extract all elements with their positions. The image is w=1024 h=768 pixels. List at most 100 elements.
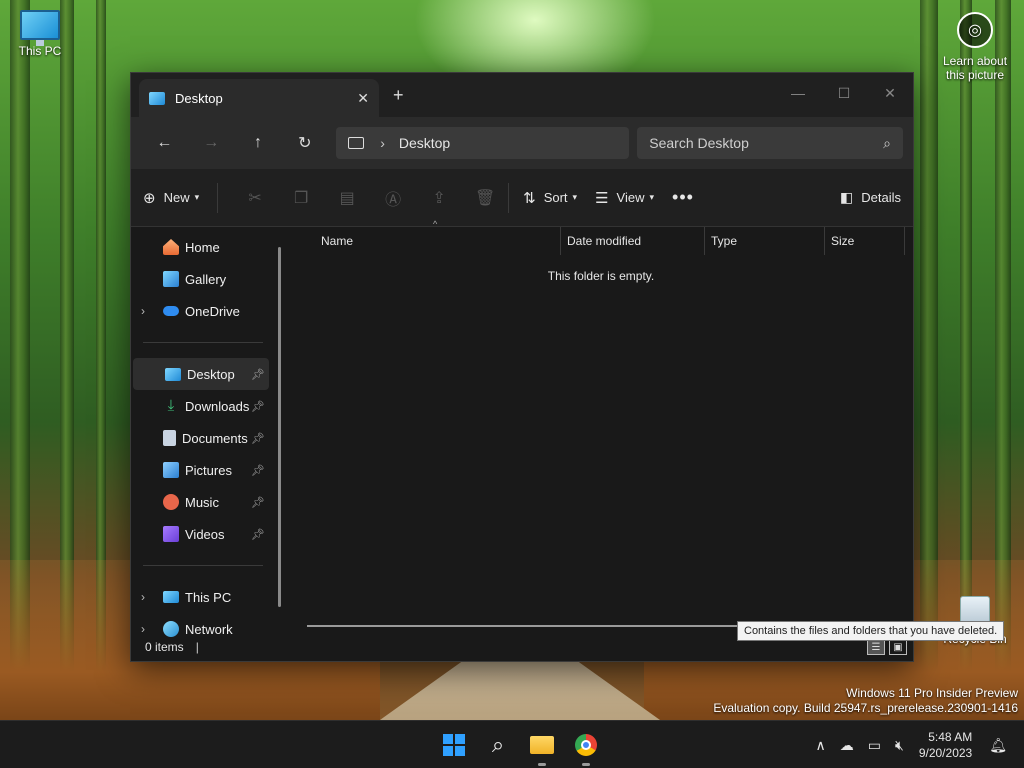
cut-button[interactable]: ✂ <box>232 188 278 208</box>
clock-time: 5:48 AM <box>928 730 973 744</box>
refresh-button[interactable]: ↻ <box>281 127 328 159</box>
column-type[interactable]: Type <box>705 227 825 255</box>
nav-item-pictures[interactable]: Pictures 📌︎ <box>131 454 289 486</box>
nav-label: OneDrive <box>185 303 240 319</box>
item-count: 0 items <box>145 640 184 654</box>
details-pane-icon: ◧ <box>840 189 854 205</box>
document-icon <box>163 430 176 446</box>
share-button[interactable]: ⇪ <box>416 188 462 208</box>
clock[interactable]: 5:48 AM 9/20/2023 <box>919 729 972 761</box>
desktop-icon-label: This PC <box>18 44 62 58</box>
new-button[interactable]: ⊕ New ▾ <box>143 189 199 207</box>
this-pc-icon <box>20 10 60 46</box>
pictures-icon <box>163 462 179 478</box>
sort-button[interactable]: ⇅ Sort ▾ <box>523 189 577 207</box>
nav-item-downloads[interactable]: ⤓ Downloads 📌︎ <box>131 390 289 422</box>
up-button[interactable]: ↑ <box>235 127 282 159</box>
nav-item-music[interactable]: Music 📌︎ <box>131 486 289 518</box>
chrome-icon <box>575 734 597 756</box>
explorer-body: Home Gallery › OneDrive Desktop 📌︎ ⤓ Dow… <box>131 219 913 637</box>
start-button[interactable] <box>432 729 476 761</box>
monitor-icon <box>348 137 365 149</box>
large-icons-view-button[interactable]: ▣ <box>889 639 907 655</box>
learn-picture-icon: ◎ <box>957 12 993 48</box>
view-button[interactable]: ☰ View ▾ <box>595 189 654 207</box>
nav-label: This PC <box>185 589 232 605</box>
address-input[interactable]: › Desktop <box>336 127 630 159</box>
navigation-pane: Home Gallery › OneDrive Desktop 📌︎ ⤓ Dow… <box>131 227 289 637</box>
desktop-icon-label: Learn about this picture <box>942 54 1008 82</box>
list-view-icon: ☰ <box>595 189 609 207</box>
running-indicator <box>538 763 546 766</box>
chevron-down-icon: ▾ <box>572 192 578 202</box>
nav-item-gallery[interactable]: Gallery <box>131 263 289 295</box>
file-explorer-window: Desktop ✕ + — ☐ ✕ ← → ↑ ↻ › Desktop Sear… <box>130 72 914 662</box>
desktop-folder-icon <box>149 91 165 105</box>
search-button[interactable]: ⌕ <box>476 729 520 761</box>
home-icon <box>163 239 179 255</box>
column-date-modified[interactable]: Date modified <box>561 227 705 255</box>
close-tab-icon[interactable]: ✕ <box>357 90 369 107</box>
pin-icon: 📌︎ <box>251 496 265 509</box>
chevron-right-icon: › <box>380 135 385 151</box>
status-separator: | <box>195 640 199 654</box>
details-view-button[interactable]: ☰ <box>867 639 885 655</box>
tab-desktop[interactable]: Desktop ✕ <box>139 79 379 117</box>
onedrive-status-icon[interactable]: ☁ <box>840 737 854 754</box>
clipboard-icon: ▤ <box>339 189 355 207</box>
close-window-button[interactable]: ✕ <box>867 79 913 107</box>
view-label: View <box>616 190 645 205</box>
nav-scrollbar[interactable] <box>278 247 281 607</box>
nav-item-onedrive[interactable]: › OneDrive <box>131 295 289 327</box>
system-tray: ∧ ☁ ▭ 🔇︎ 5:48 AM 9/20/2023 🔔︎ <box>809 721 1014 768</box>
column-name[interactable]: Name <box>289 227 561 255</box>
divider <box>143 342 263 343</box>
nav-item-documents[interactable]: Documents 📌︎ <box>131 422 289 454</box>
rename-button[interactable]: Ⓐ <box>370 186 416 210</box>
chevron-right-icon[interactable]: › <box>141 590 163 604</box>
build-watermark: Windows 11 Pro Insider Preview Evaluatio… <box>713 686 1018 716</box>
horizontal-scrollbar[interactable] <box>307 625 737 627</box>
search-icon: ⌕ <box>883 134 892 151</box>
nav-item-desktop[interactable]: Desktop 📌︎ <box>133 358 269 390</box>
copy-button[interactable]: ❐ <box>278 188 324 208</box>
new-tab-button[interactable]: + <box>393 85 404 106</box>
plus-circle-icon: ⊕ <box>143 189 156 207</box>
volume-muted-icon[interactable]: 🔇︎ <box>895 737 904 754</box>
file-list: ^ Name Date modified Type Size This fold… <box>289 219 913 633</box>
chevron-right-icon[interactable]: › <box>141 304 163 318</box>
trash-icon: 🗑︎ <box>474 189 496 207</box>
paste-button[interactable]: ▤ <box>324 188 370 208</box>
download-arrow-icon: ⤓ <box>167 397 175 414</box>
desktop-icon-learn-about-picture[interactable]: ◎ Learn about this picture <box>936 12 1014 82</box>
back-button[interactable]: ← <box>141 127 188 159</box>
nav-item-videos[interactable]: Videos 📌︎ <box>131 518 289 550</box>
nav-item-this-pc[interactable]: › This PC <box>131 581 289 613</box>
search-input[interactable]: Search Desktop ⌕ <box>637 127 904 159</box>
column-size[interactable]: Size <box>825 227 905 255</box>
pin-icon: 📌︎ <box>251 464 265 477</box>
nav-item-home[interactable]: Home <box>131 231 289 263</box>
chrome-taskbar-button[interactable] <box>564 729 608 766</box>
sort-caret-icon: ^ <box>433 219 438 229</box>
title-bar: Desktop ✕ + — ☐ ✕ <box>131 73 913 117</box>
command-bar: ⊕ New ▾ ✂ ❐ ▤ Ⓐ ⇪ 🗑︎ ⇅ Sort ▾ ☰ View ▾ •… <box>131 169 913 227</box>
file-explorer-taskbar-button[interactable] <box>520 729 564 766</box>
watermark-line: Evaluation copy. Build 25947.rs_prerelea… <box>713 701 1018 715</box>
show-hidden-icons-button[interactable]: ∧ <box>816 737 826 754</box>
divider <box>217 182 219 213</box>
forward-button[interactable]: → <box>188 127 235 159</box>
delete-button[interactable]: 🗑︎ <box>462 188 508 208</box>
maximize-button[interactable]: ☐ <box>821 79 867 107</box>
breadcrumb-desktop[interactable]: Desktop <box>399 135 450 151</box>
computer-icon <box>163 591 179 603</box>
search-placeholder: Search Desktop <box>649 135 749 151</box>
cloud-icon <box>163 306 179 316</box>
notification-bell-icon[interactable]: 🔔︎ <box>989 737 1007 754</box>
nav-label: Home <box>185 239 220 255</box>
network-icon[interactable]: ▭ <box>868 737 881 754</box>
details-pane-button[interactable]: ◧ Details <box>840 189 901 206</box>
desktop-icon-this-pc[interactable]: This PC <box>2 10 78 58</box>
minimize-button[interactable]: — <box>775 79 821 107</box>
see-more-button[interactable]: ••• <box>672 187 694 208</box>
